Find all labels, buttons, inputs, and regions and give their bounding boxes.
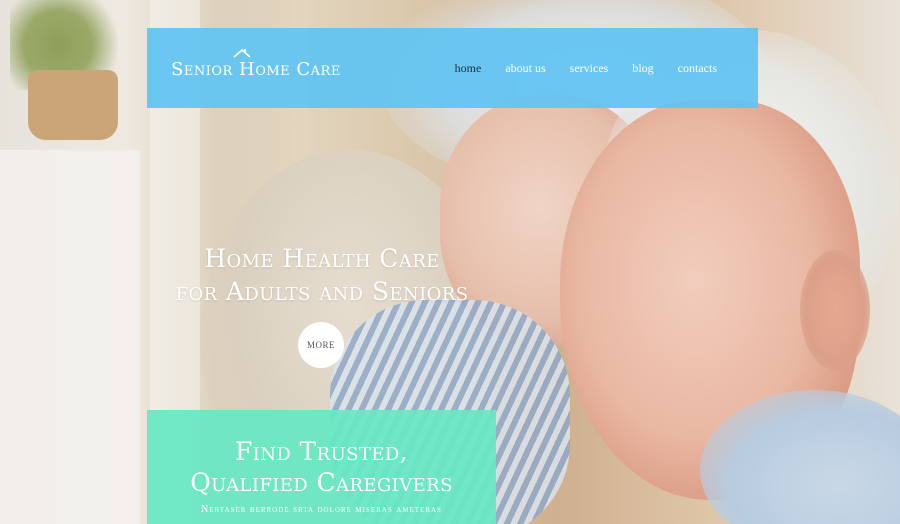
hero-title-line-1: Home Health Care (204, 244, 440, 273)
site-header: Senior Home Care home about us services … (147, 28, 758, 108)
nav-about-us[interactable]: about us (505, 61, 545, 76)
promo-title-line-2: Qualified Caregivers (190, 468, 453, 497)
promo-title-line-1: Find Trusted, (234, 437, 409, 466)
plant-pot-image (28, 70, 118, 140)
site-logo[interactable]: Senior Home Care (171, 59, 341, 80)
nav-services[interactable]: services (570, 61, 609, 76)
nav-home[interactable]: home (455, 61, 482, 76)
man-ear (800, 250, 870, 370)
background-window (0, 150, 140, 524)
caregivers-promo: Find Trusted, Qualified Caregivers Nerta… (147, 410, 496, 524)
nav-blog[interactable]: blog (632, 61, 653, 76)
promo-text: Nertaser berrode srta dolore miseras ame… (201, 504, 442, 515)
more-button[interactable]: MORE (298, 322, 344, 368)
nav-contacts[interactable]: contacts (678, 61, 717, 76)
main-nav: home about us services blog contacts (455, 61, 717, 76)
promo-title: Find Trusted, Qualified Caregivers (147, 436, 496, 498)
hero-title-line-2: for Adults and Seniors (175, 277, 469, 306)
hero-title: Home Health Care for Adults and Seniors (147, 242, 497, 308)
roof-icon (233, 48, 251, 58)
